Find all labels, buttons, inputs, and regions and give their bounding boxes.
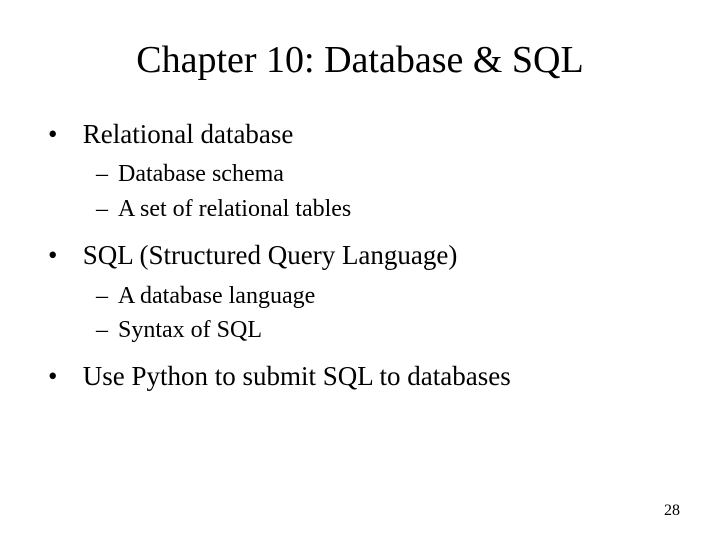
slide-title: Chapter 10: Database & SQL xyxy=(48,38,672,82)
bullet-text: Relational database xyxy=(83,119,294,149)
bullet-text: SQL (Structured Query Language) xyxy=(83,240,458,270)
subbullet-item: A database language xyxy=(96,280,672,312)
subbullet-text: A database language xyxy=(118,283,315,309)
slide: Chapter 10: Database & SQL Relational da… xyxy=(0,0,720,540)
bullet-item: SQL (Structured Query Language) A databa… xyxy=(48,237,672,346)
subbullet-list: Database schema A set of relational tabl… xyxy=(96,158,672,225)
subbullet-item: Syntax of SQL xyxy=(96,314,672,346)
bullet-item: Relational database Database schema A se… xyxy=(48,116,672,225)
subbullet-item: A set of relational tables xyxy=(96,193,672,225)
subbullet-text: Syntax of SQL xyxy=(118,317,262,343)
page-number: 28 xyxy=(664,502,680,520)
bullet-text: Use Python to submit SQL to databases xyxy=(83,361,511,391)
subbullet-text: A set of relational tables xyxy=(118,196,351,222)
bullet-list: Relational database Database schema A se… xyxy=(48,116,672,395)
bullet-item: Use Python to submit SQL to databases xyxy=(48,358,672,394)
subbullet-item: Database schema xyxy=(96,158,672,190)
subbullet-list: A database language Syntax of SQL xyxy=(96,280,672,347)
subbullet-text: Database schema xyxy=(118,161,284,187)
